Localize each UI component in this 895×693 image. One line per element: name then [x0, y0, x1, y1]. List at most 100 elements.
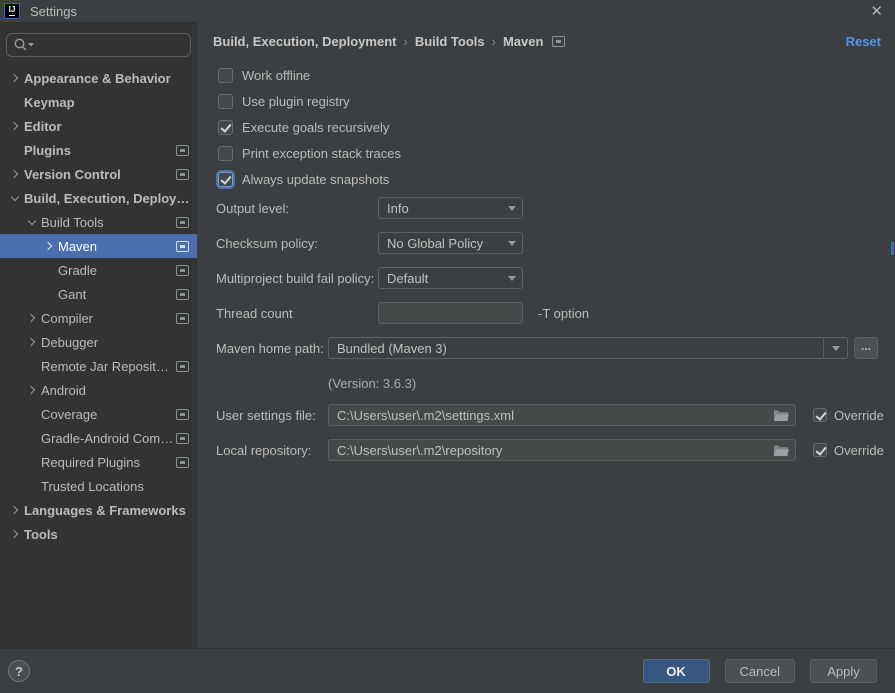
sidebar-item-label: Build Tools: [41, 215, 104, 230]
work-offline-checkbox[interactable]: [218, 68, 233, 83]
browse-button[interactable]: ...: [854, 337, 878, 359]
sidebar-item-label: Debugger: [41, 335, 98, 350]
sidebar-item-version-control[interactable]: Version Control: [0, 162, 197, 186]
chevron-right-icon[interactable]: [25, 306, 39, 330]
maven-home-combobox[interactable]: Bundled (Maven 3): [328, 337, 848, 359]
checksum-policy-select[interactable]: No Global Policy: [378, 232, 523, 254]
checkbox-row-work-offline[interactable]: Work offline: [216, 62, 895, 88]
ok-button[interactable]: OK: [643, 659, 710, 683]
sidebar-item-label: Compiler: [41, 311, 93, 326]
breadcrumb-maven[interactable]: Maven: [503, 34, 543, 49]
always-update-snapshots-checkbox[interactable]: [218, 172, 233, 187]
search-icon: [13, 37, 35, 53]
sidebar-item-label: Required Plugins: [41, 455, 140, 470]
sidebar-item-debugger[interactable]: Debugger: [0, 330, 197, 354]
help-icon[interactable]: ?: [8, 660, 30, 682]
title-bar: IJ Settings ✕: [0, 0, 895, 22]
chevron-down-icon: [508, 241, 516, 246]
chevron-down-icon[interactable]: [25, 210, 39, 234]
local-repo-input[interactable]: C:\Users\user\.m2\repository: [328, 439, 796, 461]
chevron-spacer: [42, 282, 56, 306]
user-settings-input[interactable]: C:\Users\user\.m2\settings.xml: [328, 404, 796, 426]
output-level-row: Output level: Info: [216, 197, 895, 219]
checkbox-label: Print exception stack traces: [242, 146, 401, 161]
checkbox-row-print-exception-stack-traces[interactable]: Print exception stack traces: [216, 140, 895, 166]
breadcrumb-build-tools[interactable]: Build Tools: [415, 34, 485, 49]
maven-settings-content: Work offline Use plugin registryExecute g…: [197, 62, 895, 461]
dialog-body: Appearance & BehaviorKeymapEditor Plugins…: [0, 22, 895, 648]
chevron-right-icon[interactable]: [8, 522, 22, 546]
user-settings-override[interactable]: Override: [813, 408, 884, 423]
output-level-label: Output level:: [216, 201, 378, 216]
reset-link[interactable]: Reset: [846, 34, 881, 49]
use-plugin-registry-checkbox[interactable]: [218, 94, 233, 109]
sidebar-item-plugins[interactable]: Plugins: [0, 138, 197, 162]
chevron-down-icon: [508, 276, 516, 281]
sidebar-item-gradle-android-compiler[interactable]: Gradle-Android Compiler: [0, 426, 197, 450]
sidebar-item-required-plugins[interactable]: Required Plugins: [0, 450, 197, 474]
thread-count-input[interactable]: [378, 302, 523, 324]
checkbox-row-execute-goals-recursively[interactable]: Execute goals recursively: [216, 114, 895, 140]
output-level-select[interactable]: Info: [378, 197, 523, 219]
settings-screen-icon: [176, 169, 189, 180]
sidebar-item-gant[interactable]: Gant: [0, 282, 197, 306]
apply-button[interactable]: Apply: [810, 659, 877, 683]
chevron-right-icon[interactable]: [8, 66, 22, 90]
checkbox-label: Work offline: [242, 68, 310, 83]
chevron-right-icon[interactable]: [8, 498, 22, 522]
sidebar-item-tools[interactable]: Tools: [0, 522, 197, 546]
dialog-footer: ? OK Cancel Apply: [0, 648, 895, 693]
chevron-right-icon[interactable]: [8, 114, 22, 138]
maven-home-label: Maven home path:: [216, 341, 328, 356]
sidebar-item-languages-frameworks[interactable]: Languages & Frameworks: [0, 498, 197, 522]
search-input[interactable]: [35, 38, 184, 52]
settings-screen-icon: [176, 457, 189, 468]
sidebar-item-build-execution-deployment[interactable]: Build, Execution, Deployment: [0, 186, 197, 210]
chevron-right-icon[interactable]: [8, 162, 22, 186]
override-checkbox[interactable]: [813, 443, 827, 457]
checkbox-row-use-plugin-registry[interactable]: Use plugin registry: [216, 88, 895, 114]
sidebar-item-maven[interactable]: Maven: [0, 234, 197, 258]
sidebar-item-editor[interactable]: Editor: [0, 114, 197, 138]
folder-icon[interactable]: [773, 409, 789, 422]
sidebar-item-keymap[interactable]: Keymap: [0, 90, 197, 114]
local-repo-override[interactable]: Override: [813, 443, 884, 458]
user-settings-label: User settings file:: [216, 408, 328, 423]
local-repo-label: Local repository:: [216, 443, 328, 458]
multiproject-policy-select[interactable]: Default: [378, 267, 523, 289]
sidebar-item-label: Gradle-Android Compiler: [41, 431, 176, 446]
sidebar-item-coverage[interactable]: Coverage: [0, 402, 197, 426]
checkbox-group: Work offline Use plugin registryExecute g…: [216, 62, 895, 192]
breadcrumb-build-execution-deployment[interactable]: Build, Execution, Deployment: [213, 34, 396, 49]
override-checkbox[interactable]: [813, 408, 827, 422]
chevron-down-icon[interactable]: [823, 338, 847, 358]
sidebar-item-compiler[interactable]: Compiler: [0, 306, 197, 330]
chevron-right-icon[interactable]: [42, 234, 56, 258]
settings-search-box[interactable]: [6, 33, 191, 57]
breadcrumb: Build, Execution, Deployment › Build Tools…: [197, 30, 895, 52]
chevron-right-icon[interactable]: [25, 378, 39, 402]
chevron-right-icon[interactable]: [25, 330, 39, 354]
close-icon[interactable]: ✕: [870, 4, 883, 19]
sidebar-item-remote-jar-repositories[interactable]: Remote Jar Repositories: [0, 354, 197, 378]
execute-goals-recursively-checkbox[interactable]: [218, 120, 233, 135]
cancel-button[interactable]: Cancel: [725, 659, 795, 683]
checkbox-row-always-update-snapshots[interactable]: Always update snapshots: [216, 166, 895, 192]
maven-home-value: Bundled (Maven 3): [329, 341, 823, 356]
sidebar-item-label: Plugins: [24, 143, 71, 158]
chevron-down-icon[interactable]: [8, 186, 22, 210]
thread-count-row: Thread count -T option: [216, 302, 895, 324]
settings-screen-icon: [176, 241, 189, 252]
folder-icon[interactable]: [773, 444, 789, 457]
print-exception-stack-traces-checkbox[interactable]: [218, 146, 233, 161]
scroll-stripe[interactable]: [889, 22, 895, 648]
chevron-spacer: [8, 138, 22, 162]
sidebar-item-trusted-locations[interactable]: Trusted Locations: [0, 474, 197, 498]
sidebar-item-appearance-behavior[interactable]: Appearance & Behavior: [0, 66, 197, 90]
breadcrumb-separator: ›: [492, 34, 496, 49]
footer-buttons: OK Cancel Apply: [643, 659, 877, 683]
checksum-policy-row: Checksum policy: No Global Policy: [216, 232, 895, 254]
sidebar-item-build-tools[interactable]: Build Tools: [0, 210, 197, 234]
sidebar-item-android[interactable]: Android: [0, 378, 197, 402]
sidebar-item-gradle[interactable]: Gradle: [0, 258, 197, 282]
